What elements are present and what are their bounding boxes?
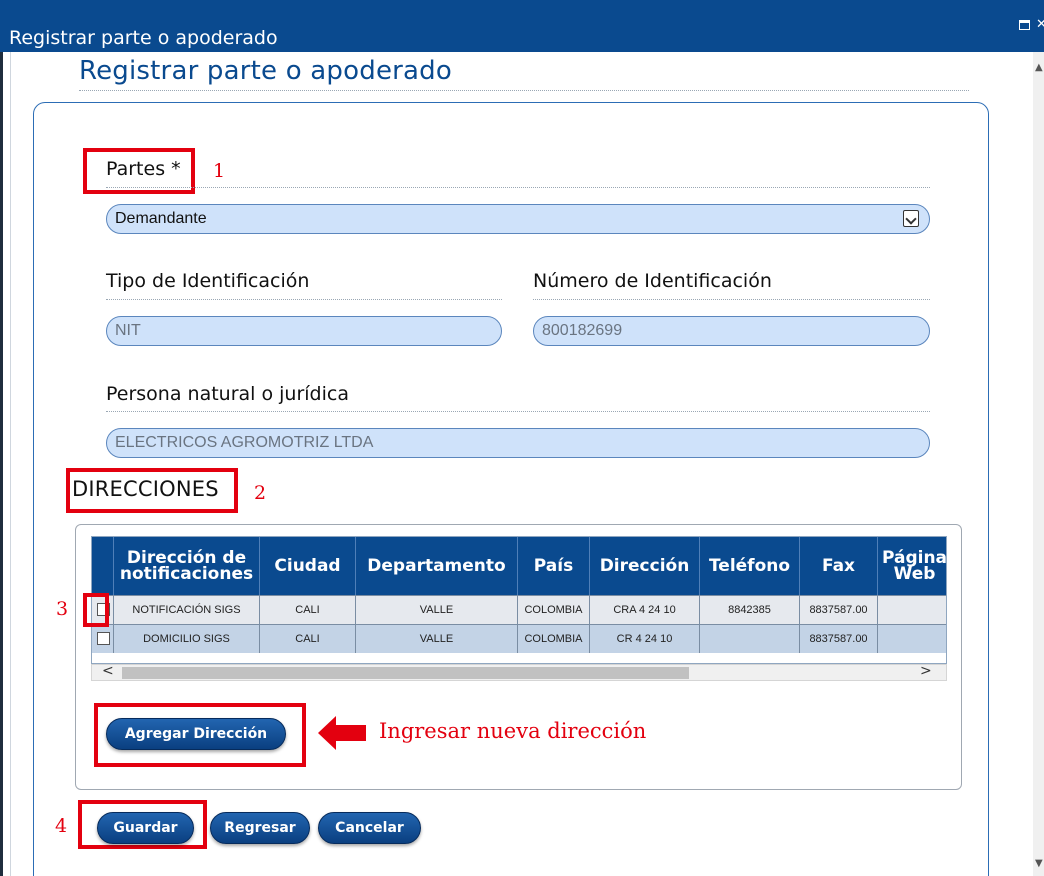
table-cell (878, 596, 946, 624)
table-cell (700, 625, 800, 653)
tipo-identificacion-label: Tipo de Identificación (106, 270, 310, 292)
tipo-identificacion-field[interactable]: NIT (106, 316, 502, 346)
table-cell: 8837587.00 (800, 596, 878, 624)
annotation-number-3: 3 (56, 598, 69, 620)
persona-label: Persona natural o jurídica (106, 383, 349, 405)
title-divider (79, 90, 969, 91)
page-title: Registrar parte o apoderado (79, 56, 452, 86)
row-select-cell (92, 625, 114, 653)
scroll-right-icon[interactable]: > (920, 663, 932, 679)
table-row[interactable]: DOMICILIO SIGS CALI VALLE COLOMBIA CR 4 … (92, 624, 946, 653)
numero-identificacion-field[interactable]: 800182699 (533, 316, 930, 346)
persona-rule (106, 411, 930, 412)
close-icon[interactable]: ✕ (1036, 17, 1044, 32)
table-cell: COLOMBIA (518, 625, 590, 653)
persona-field[interactable]: ELECTRICOS AGROMOTRIZ LTDA (106, 428, 930, 458)
table-cell: VALLE (356, 625, 518, 653)
save-button[interactable]: Guardar (97, 812, 194, 844)
numero-identificacion-label: Número de Identificación (533, 270, 772, 292)
grid-header-select (92, 537, 114, 595)
window-titlebar: Registrar parte o apoderado ✕ (0, 0, 1044, 52)
table-cell: CALI (260, 625, 356, 653)
partes-select[interactable]: Demandante (106, 204, 930, 234)
table-cell: DOMICILIO SIGS (114, 625, 260, 653)
maximize-icon[interactable] (1019, 20, 1030, 30)
table-cell: CALI (260, 596, 356, 624)
tipo-identificacion-rule (106, 299, 502, 300)
row-checkbox[interactable] (97, 632, 110, 645)
table-cell: 8837587.00 (800, 625, 878, 653)
column-header[interactable]: Dirección (590, 537, 700, 595)
addresses-grid: Dirección de notificaciones Ciudad Depar… (91, 536, 947, 664)
column-header[interactable]: Ciudad (260, 537, 356, 595)
table-cell: NOTIFICACIÓN SIGS (114, 596, 260, 624)
direcciones-heading: DIRECCIONES (72, 477, 219, 501)
column-header[interactable]: País (518, 537, 590, 595)
scroll-down-icon[interactable]: ▼ (1035, 858, 1043, 869)
table-row[interactable]: NOTIFICACIÓN SIGS CALI VALLE COLOMBIA CR… (92, 595, 946, 624)
highlight-box-3 (83, 593, 109, 627)
scroll-up-icon[interactable]: ▲ (1035, 62, 1043, 73)
table-cell: VALLE (356, 596, 518, 624)
back-button[interactable]: Regresar (210, 812, 310, 844)
column-header[interactable]: Página Web (878, 537, 946, 595)
horizontal-scrollbar[interactable]: < > (91, 663, 947, 681)
column-header[interactable]: Teléfono (700, 537, 800, 595)
annotation-add-address: Ingresar nueva dirección (379, 719, 647, 743)
annotation-number-4: 4 (55, 815, 68, 837)
vertical-scrollbar[interactable] (1033, 52, 1044, 876)
cancel-button[interactable]: Cancelar (318, 812, 421, 844)
table-cell: CRA 4 24 10 (590, 596, 700, 624)
partes-label: Partes * (106, 158, 181, 180)
add-address-button[interactable]: Agregar Dirección (106, 718, 286, 750)
arrow-left-icon (318, 716, 366, 750)
annotation-number-2: 2 (254, 482, 267, 504)
annotation-number-1: 1 (213, 160, 226, 182)
scroll-left-icon[interactable]: < (102, 663, 114, 679)
numero-identificacion-rule (533, 299, 930, 300)
column-header[interactable]: Dirección de notificaciones (114, 537, 260, 595)
table-cell: COLOMBIA (518, 596, 590, 624)
grid-header: Dirección de notificaciones Ciudad Depar… (92, 537, 946, 595)
scrollbar-thumb[interactable] (122, 667, 689, 679)
column-header[interactable]: Fax (800, 537, 878, 595)
column-header[interactable]: Departamento (356, 537, 518, 595)
chevron-down-icon[interactable] (903, 210, 919, 227)
window-title: Registrar parte o apoderado (9, 27, 278, 49)
table-cell: CR 4 24 10 (590, 625, 700, 653)
partes-rule (106, 187, 930, 188)
window-left-border (0, 52, 3, 876)
table-cell: 8842385 (700, 596, 800, 624)
table-cell (878, 625, 946, 653)
